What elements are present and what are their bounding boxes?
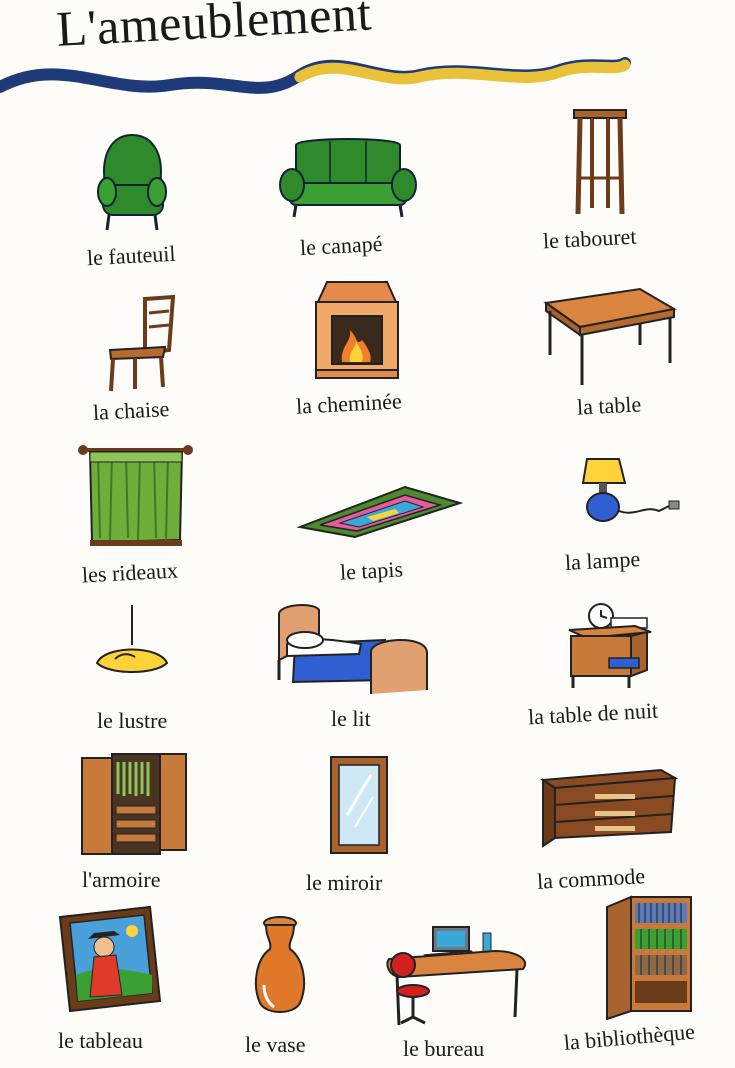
fireplace-icon (315, 281, 399, 379)
item-label: le tapis (339, 556, 404, 585)
lamp-icon (581, 458, 680, 522)
rug-icon (296, 485, 464, 539)
desk-icon (386, 926, 526, 1026)
sofa-icon (279, 138, 417, 218)
item-label: le bureau (403, 1036, 485, 1061)
item-label: la commode (536, 863, 646, 894)
item-label: le lit (331, 706, 371, 731)
item-label: le canapé (299, 230, 384, 261)
stool-icon (573, 109, 627, 215)
item-label: la lampe (564, 546, 641, 575)
wave-ribbon (0, 57, 631, 94)
vase-icon (254, 916, 306, 1013)
chandelier-icon (95, 605, 169, 673)
painting-icon (58, 905, 162, 1013)
item-label: la chaise (92, 396, 170, 425)
item-label: la table (576, 391, 642, 420)
item-label: la cheminée (295, 388, 403, 419)
item-label: le miroir (306, 870, 383, 895)
item-label: le lustre (97, 708, 168, 733)
item-label: le tableau (58, 1028, 143, 1053)
wardrobe-icon (81, 753, 187, 855)
item-label: le vase (245, 1032, 306, 1057)
item-label: les rideaux (81, 557, 179, 588)
table-icon (543, 287, 677, 385)
dresser-icon (540, 768, 679, 848)
armchair-icon (97, 133, 167, 231)
chair-icon (108, 295, 176, 392)
mirror-icon (330, 756, 388, 854)
item-label: le tabouret (542, 223, 638, 254)
curtains-icon (78, 445, 193, 546)
item-label: le fauteuil (86, 240, 177, 271)
item-label: l'armoire (82, 867, 161, 892)
bookcase-icon (606, 895, 692, 1020)
item-label: la table de nuit (527, 697, 659, 730)
bed-icon (277, 604, 428, 694)
nightstand-icon (568, 603, 652, 688)
item-label: la bibliothèque (562, 1018, 696, 1056)
